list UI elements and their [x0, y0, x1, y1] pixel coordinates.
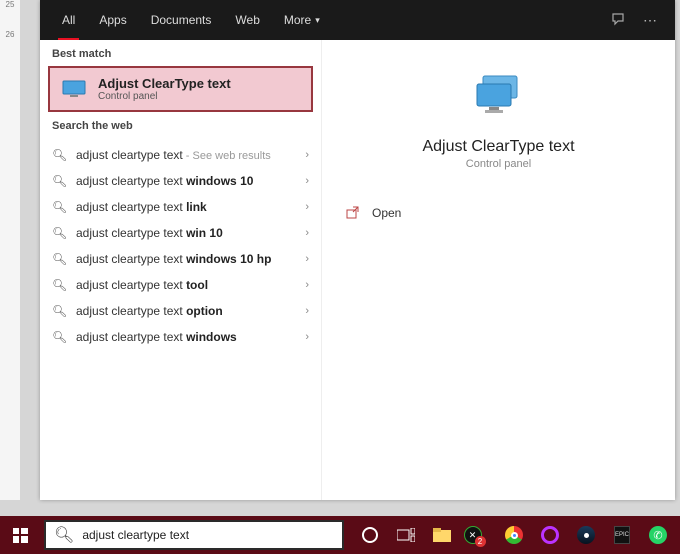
epic-games-icon[interactable]: EPIC — [606, 519, 638, 551]
search-popup: All Apps Documents Web More ▾ ⋯ Best mat… — [40, 0, 675, 500]
more-options-icon[interactable]: ⋯ — [635, 12, 665, 29]
search-icon: 🔍︎ — [52, 304, 66, 318]
search-icon: 🔍︎ — [52, 278, 66, 292]
chevron-right-icon[interactable]: › — [305, 201, 309, 213]
best-match-title: Adjust ClearType text — [98, 76, 231, 91]
cortana-icon[interactable] — [354, 519, 386, 551]
web-result[interactable]: 🔍︎adjust cleartype text tool› — [40, 272, 321, 298]
open-label: Open — [372, 206, 401, 220]
tab-more[interactable]: More ▾ — [272, 0, 332, 40]
tab-documents[interactable]: Documents — [139, 0, 224, 40]
search-icon: 🔍︎ — [54, 525, 74, 545]
search-web-label: Search the web — [40, 112, 321, 138]
preview-title: Adjust ClearType text — [422, 138, 574, 156]
steam-icon[interactable] — [570, 519, 602, 551]
web-result[interactable]: 🔍︎adjust cleartype text link› — [40, 194, 321, 220]
search-icon: 🔍︎ — [52, 226, 66, 240]
opera-icon[interactable] — [534, 519, 566, 551]
chevron-right-icon[interactable]: › — [305, 149, 309, 161]
monitor-icon — [469, 70, 529, 120]
task-view-icon[interactable] — [390, 519, 422, 551]
feedback-icon[interactable] — [603, 12, 635, 28]
open-icon — [346, 206, 360, 220]
start-button[interactable] — [0, 516, 40, 554]
taskbar: 🔍︎ ✕2 EPIC ✆ — [0, 516, 680, 554]
web-result[interactable]: 🔍︎adjust cleartype text windows› — [40, 324, 321, 350]
whatsapp-icon[interactable]: ✆ — [642, 519, 674, 551]
web-result[interactable]: 🔍︎adjust cleartype text - See web result… — [40, 142, 321, 168]
chevron-right-icon[interactable]: › — [305, 331, 309, 343]
xbox-icon[interactable]: ✕2 — [462, 519, 494, 551]
open-action[interactable]: Open — [342, 200, 655, 226]
chevron-right-icon[interactable]: › — [305, 175, 309, 187]
chevron-down-icon: ▾ — [315, 15, 320, 26]
ruler-tick: 26 — [0, 30, 20, 39]
web-result[interactable]: 🔍︎adjust cleartype text windows 10› — [40, 168, 321, 194]
web-results: 🔍︎adjust cleartype text - See web result… — [40, 138, 321, 350]
web-result[interactable]: 🔍︎adjust cleartype text windows 10 hp› — [40, 246, 321, 272]
best-match-sub: Control panel — [98, 91, 231, 102]
tab-more-label: More — [284, 13, 311, 27]
tab-web[interactable]: Web — [223, 0, 271, 40]
best-match-label: Best match — [40, 40, 321, 66]
chevron-right-icon[interactable]: › — [305, 305, 309, 317]
chevron-right-icon[interactable]: › — [305, 279, 309, 291]
ruler-tick: 25 — [0, 0, 20, 9]
preview-pane: Adjust ClearType text Control panel Open — [322, 40, 675, 500]
results-pane: Best match Adjust ClearType text Control… — [40, 40, 322, 500]
chevron-right-icon[interactable]: › — [305, 253, 309, 265]
search-header: All Apps Documents Web More ▾ ⋯ — [40, 0, 675, 40]
best-match-item[interactable]: Adjust ClearType text Control panel — [48, 66, 313, 112]
search-icon: 🔍︎ — [52, 148, 66, 162]
taskbar-search[interactable]: 🔍︎ — [44, 520, 344, 550]
web-result[interactable]: 🔍︎adjust cleartype text win 10› — [40, 220, 321, 246]
file-explorer-icon[interactable] — [426, 519, 458, 551]
search-icon: 🔍︎ — [52, 200, 66, 214]
tab-apps[interactable]: Apps — [87, 0, 138, 40]
web-result[interactable]: 🔍︎adjust cleartype text option› — [40, 298, 321, 324]
preview-sub: Control panel — [466, 158, 531, 170]
chrome-icon[interactable] — [498, 519, 530, 551]
search-icon: 🔍︎ — [52, 174, 66, 188]
monitor-icon — [60, 78, 88, 100]
search-icon: 🔍︎ — [52, 252, 66, 266]
search-icon: 🔍︎ — [52, 330, 66, 344]
search-input[interactable] — [82, 528, 334, 542]
tab-all[interactable]: All — [50, 0, 87, 40]
chevron-right-icon[interactable]: › — [305, 227, 309, 239]
ruler: 25 26 — [0, 0, 20, 500]
